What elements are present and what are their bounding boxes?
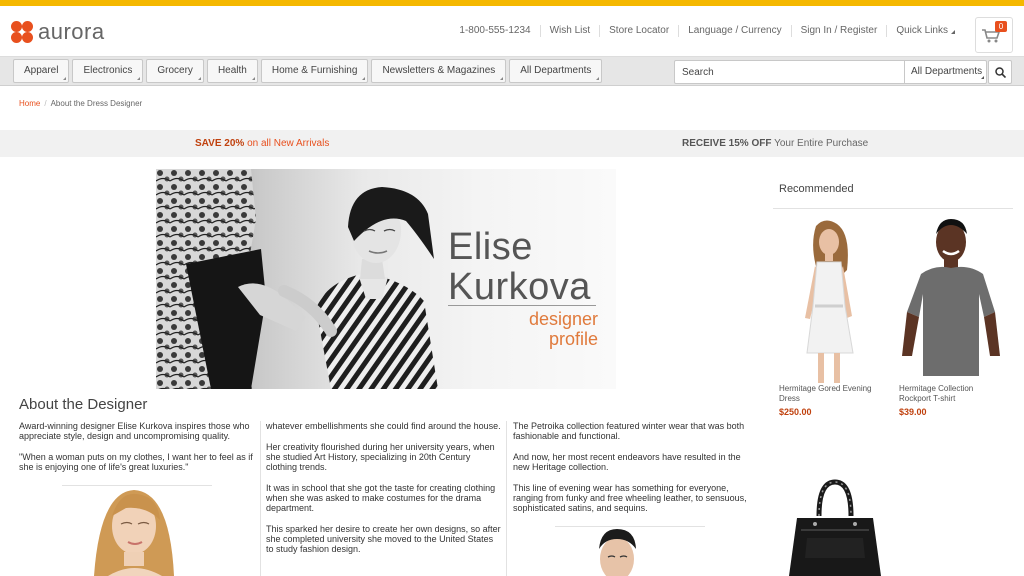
nav-tab-all-departments[interactable]: All Departments	[509, 59, 603, 83]
hero-name-first: Elise	[448, 226, 533, 268]
recommended-title: Recommended	[779, 183, 854, 195]
nav-tab-electronics[interactable]: Electronics	[72, 59, 144, 83]
search-department-label: All Departments	[911, 66, 983, 77]
dropdown-arrow-icon	[981, 76, 984, 79]
quick-links-label: Quick Links	[896, 25, 948, 36]
nav-tab-label: Home & Furnishing	[271, 65, 358, 76]
aurora-logo-icon	[11, 21, 33, 43]
dropdown-arrow-icon	[197, 77, 201, 80]
search-input[interactable]	[675, 61, 903, 83]
about-paragraph: Award-winning designer Elise Kurkova ins…	[19, 421, 250, 441]
about-column-3: The Petroika collection featured winter …	[513, 421, 749, 524]
about-paragraph: It was in school that she got the taste …	[266, 483, 496, 513]
brand-name: aurora	[38, 19, 105, 44]
dropdown-arrow-icon	[951, 30, 955, 34]
hero-subtitle: designer profile	[448, 309, 598, 349]
brand-logo[interactable]: aurora	[11, 21, 105, 43]
breadcrumb-separator: /	[44, 99, 47, 108]
nav-tab-label: Grocery	[157, 65, 193, 76]
about-paragraph: This line of evening wear has something …	[513, 483, 747, 513]
model-portrait-male-photo	[587, 527, 647, 576]
cart-button[interactable]: 0	[975, 17, 1013, 53]
about-paragraph: And now, her most recent endeavors have …	[513, 452, 741, 472]
breadcrumb-home-link[interactable]: Home	[19, 99, 40, 108]
promo-new-arrivals-bold: SAVE 20%	[195, 138, 245, 149]
nav-tab-newsletters-magazines[interactable]: Newsletters & Magazines	[371, 59, 507, 83]
about-column-2: whatever embellishments she could find a…	[266, 421, 501, 565]
column-divider	[260, 421, 261, 576]
phone-number: 1-800-555-1234	[459, 25, 531, 36]
site-header: aurora 1-800-555-1234 Wish List Store Lo…	[0, 6, 1024, 56]
wish-list-link[interactable]: Wish List	[539, 25, 600, 37]
search-icon	[995, 67, 1006, 78]
utility-nav: 1-800-555-1234 Wish List Store Locator L…	[450, 25, 964, 37]
quick-links-menu[interactable]: Quick Links	[886, 25, 964, 37]
nav-tab-apparel[interactable]: Apparel	[13, 59, 70, 83]
dropdown-arrow-icon	[251, 77, 255, 80]
hero-designer-name: Elise Kurkova	[448, 227, 591, 307]
hero-subtitle-line1: designer	[528, 309, 598, 329]
about-column-1: Award-winning designer Elise Kurkova ins…	[19, 421, 257, 483]
nav-tab-label: All Departments	[520, 65, 592, 76]
promo-new-arrivals[interactable]: SAVE 20% on all New Arrivals	[195, 138, 329, 149]
nav-tab-label: Newsletters & Magazines	[382, 65, 496, 76]
search-button[interactable]	[988, 60, 1012, 84]
column-divider	[506, 421, 507, 576]
recommended-divider	[773, 208, 1013, 209]
nav-tab-grocery[interactable]: Grocery	[146, 59, 204, 83]
dropdown-arrow-icon	[63, 77, 67, 80]
promo-entire-purchase-bold: RECEIVE 15% OFF	[682, 138, 772, 149]
hero-name-last: Kurkova	[448, 266, 591, 308]
language-currency-link[interactable]: Language / Currency	[678, 25, 790, 37]
product-image-evening-dress[interactable]	[779, 218, 874, 383]
about-paragraph: This sparked her desire to create her ow…	[266, 524, 501, 554]
nav-tab-label: Apparel	[24, 65, 59, 76]
breadcrumb: Home / About the Dress Designer	[19, 99, 142, 108]
category-nav: Apparel Electronics Grocery Health Home & Fu…	[13, 59, 605, 83]
promo-entire-purchase[interactable]: RECEIVE 15% OFF Your Entire Purchase	[682, 138, 868, 149]
search-department-select[interactable]: All Departments	[904, 61, 987, 83]
dropdown-arrow-icon	[596, 77, 600, 80]
dropdown-arrow-icon	[137, 77, 141, 80]
model-portrait-photo	[76, 486, 186, 576]
store-locator-link[interactable]: Store Locator	[599, 25, 678, 37]
dropdown-arrow-icon	[500, 77, 504, 80]
nav-tab-label: Health	[217, 65, 247, 76]
promo-new-arrivals-text: on all New Arrivals	[244, 138, 330, 149]
product-name[interactable]: Hermitage Collection Rockport T-shirt	[899, 384, 1004, 404]
promo-entire-purchase-text: Your Entire Purchase	[771, 138, 869, 149]
cart-count-badge: 0	[995, 21, 1007, 32]
product-price: $39.00	[899, 407, 927, 417]
product-image-handbag[interactable]	[785, 478, 885, 576]
sign-in-register-link[interactable]: Sign In / Register	[790, 25, 887, 37]
product-image-t-shirt[interactable]	[899, 216, 1004, 383]
product-name[interactable]: Hermitage Gored Evening Dress	[779, 384, 884, 404]
breadcrumb-current: About the Dress Designer	[50, 99, 143, 108]
about-paragraph: The Petroika collection featured winter …	[513, 421, 745, 441]
about-quote: "When a woman puts on my clothes, I want…	[19, 452, 253, 472]
promo-banner: SAVE 20% on all New Arrivals RECEIVE 15%…	[0, 130, 1024, 157]
hero-divider	[448, 305, 596, 306]
hero-subtitle-line2: profile	[548, 329, 598, 349]
designer-hero-banner: Elise Kurkova designer profile	[156, 169, 616, 389]
search-box: All Departments	[674, 60, 987, 84]
about-paragraph: whatever embellishments she could find a…	[266, 421, 501, 431]
product-price: $250.00	[779, 407, 812, 417]
category-nav-bar: Apparel Electronics Grocery Health Home & Fu…	[0, 56, 1024, 86]
dropdown-arrow-icon	[362, 77, 366, 80]
nav-tab-label: Electronics	[83, 65, 133, 76]
nav-tab-home-furnishing[interactable]: Home & Furnishing	[260, 59, 369, 83]
about-section-title: About the Designer	[19, 396, 148, 413]
nav-tab-health[interactable]: Health	[206, 59, 258, 83]
about-paragraph: Her creativity flourished during her uni…	[266, 442, 495, 472]
